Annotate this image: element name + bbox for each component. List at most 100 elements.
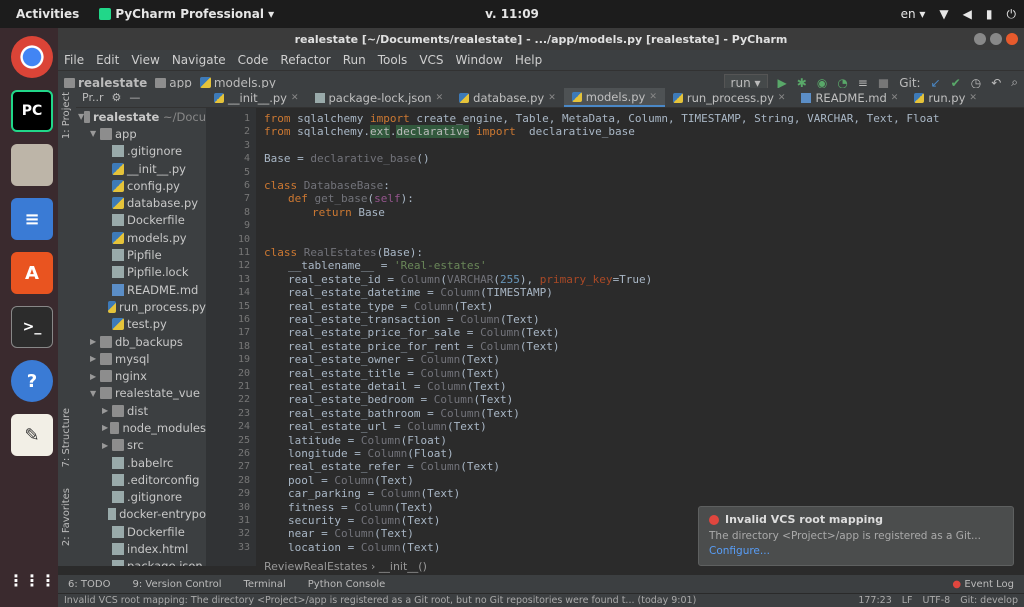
menu-vcs[interactable]: VCS bbox=[419, 53, 443, 67]
tree-item[interactable]: test.py bbox=[76, 316, 206, 333]
tree-item[interactable]: Pipfile bbox=[76, 246, 206, 263]
tree-item[interactable]: README.md bbox=[76, 281, 206, 298]
chevron-down-icon[interactable]: ▼ bbox=[90, 129, 100, 138]
software-center-icon[interactable]: A bbox=[11, 252, 53, 294]
notification-balloon[interactable]: Invalid VCS root mapping The directory <… bbox=[698, 506, 1014, 566]
terminal-tool-tab[interactable]: Terminal bbox=[243, 579, 285, 590]
show-apps-icon[interactable]: ⋮⋮⋮ bbox=[8, 559, 56, 601]
tree-item[interactable]: ▼ realestate_vue bbox=[76, 385, 206, 402]
chevron-right-icon[interactable]: ▶ bbox=[102, 423, 110, 432]
tree-item[interactable]: .gitignore bbox=[76, 143, 206, 160]
chevron-right-icon[interactable]: ▶ bbox=[90, 372, 100, 381]
editor-breadcrumb[interactable]: ReviewRealEstates › __init__() bbox=[264, 560, 427, 573]
status-message[interactable]: Invalid VCS root mapping: The directory … bbox=[64, 595, 696, 606]
app-menu[interactable]: PyCharm Professional ▾ bbox=[99, 7, 274, 21]
tree-item[interactable]: database.py bbox=[76, 194, 206, 211]
configure-link[interactable]: Configure... bbox=[709, 545, 1003, 557]
menu-refactor[interactable]: Refactor bbox=[280, 53, 330, 67]
tree-item[interactable]: Dockerfile bbox=[76, 523, 206, 540]
minimize-icon[interactable] bbox=[974, 33, 986, 45]
menu-view[interactable]: View bbox=[131, 53, 159, 67]
file-encoding[interactable]: UTF-8 bbox=[923, 595, 951, 606]
version-control-tool-tab[interactable]: 9: Version Control bbox=[132, 579, 221, 590]
close-tab-icon[interactable]: ✕ bbox=[649, 92, 657, 102]
code-line[interactable]: return Base bbox=[264, 206, 385, 219]
menu-help[interactable]: Help bbox=[515, 53, 542, 67]
code-line[interactable]: real_estate_bedroom = Column(Text) bbox=[264, 393, 513, 406]
code-line[interactable]: real_estate_title = Column(Text) bbox=[264, 367, 500, 380]
code-line[interactable]: real_estate_detail = Column(Text) bbox=[264, 380, 507, 393]
chevron-right-icon[interactable]: ▶ bbox=[102, 406, 112, 415]
code-line[interactable]: def get_base(self): bbox=[264, 192, 414, 205]
tree-item[interactable]: ▶ db_backups bbox=[76, 333, 206, 350]
project-view-selector[interactable]: Pr..r bbox=[82, 91, 103, 104]
tree-item[interactable]: ▶ src bbox=[76, 437, 206, 454]
code-line[interactable]: class RealEstates(Base): bbox=[264, 246, 423, 259]
favorites-tool-tab[interactable]: 2: Favorites bbox=[61, 488, 72, 546]
close-icon[interactable] bbox=[1006, 33, 1018, 45]
menu-navigate[interactable]: Navigate bbox=[172, 53, 226, 67]
menu-edit[interactable]: Edit bbox=[96, 53, 119, 67]
language-indicator[interactable]: en ▾ bbox=[901, 7, 926, 21]
code-line[interactable]: real_estate_refer = Column(Text) bbox=[264, 460, 500, 473]
tree-item[interactable]: ▶ mysql bbox=[76, 350, 206, 367]
editor-tab[interactable]: database.py ✕ bbox=[451, 88, 564, 107]
menu-run[interactable]: Run bbox=[343, 53, 366, 67]
code-line[interactable]: latitude = Column(Float) bbox=[264, 434, 447, 447]
tree-item[interactable]: .babelrc bbox=[76, 454, 206, 471]
pycharm-launcher-icon[interactable]: PC bbox=[11, 90, 53, 132]
line-separator[interactable]: LF bbox=[902, 595, 913, 606]
close-tab-icon[interactable]: ✕ bbox=[548, 93, 556, 103]
code-line[interactable]: real_estate_id = Column(VARCHAR(255), pr… bbox=[264, 273, 652, 286]
code-line[interactable]: real_estate_price_for_rent = Column(Text… bbox=[264, 340, 560, 353]
code-line[interactable]: car_parking = Column(Text) bbox=[264, 487, 460, 500]
tree-item[interactable]: ▶ node_modules bbox=[76, 419, 206, 436]
code-line[interactable]: __tablename__ = 'Real-estates' bbox=[264, 259, 487, 272]
editor-tab[interactable]: README.md ✕ bbox=[793, 88, 906, 107]
menu-code[interactable]: Code bbox=[238, 53, 269, 67]
power-icon[interactable]: ⏻ bbox=[1007, 7, 1017, 22]
tree-item[interactable]: config.py bbox=[76, 177, 206, 194]
project-tool-tab[interactable]: 1: Project bbox=[61, 92, 72, 139]
code-line[interactable]: Base = declarative_base() bbox=[264, 152, 430, 165]
volume-icon[interactable]: ◀ bbox=[963, 7, 972, 21]
close-tab-icon[interactable]: ✕ bbox=[291, 93, 299, 103]
editor-tab[interactable]: run_process.py ✕ bbox=[665, 88, 794, 107]
help-icon[interactable]: ? bbox=[11, 360, 53, 402]
tree-item[interactable]: ▶ nginx bbox=[76, 367, 206, 384]
close-tab-icon[interactable]: ✕ bbox=[778, 93, 786, 103]
tree-item[interactable]: Pipfile.lock bbox=[76, 264, 206, 281]
code-line[interactable]: location = Column(Text) bbox=[264, 541, 440, 554]
tree-item[interactable]: models.py bbox=[76, 229, 206, 246]
tree-item[interactable]: docker-entrypo bbox=[76, 506, 206, 523]
python-console-tool-tab[interactable]: Python Console bbox=[308, 579, 386, 590]
code-line[interactable]: longitude = Column(Float) bbox=[264, 447, 454, 460]
tree-item[interactable]: ▶ dist bbox=[76, 402, 206, 419]
chrome-icon[interactable] bbox=[11, 36, 53, 78]
chevron-right-icon[interactable]: ▶ bbox=[90, 337, 100, 346]
menu-window[interactable]: Window bbox=[456, 53, 503, 67]
gear-icon[interactable]: ⚙ bbox=[111, 91, 121, 104]
code-line[interactable]: security = Column(Text) bbox=[264, 514, 440, 527]
close-tab-icon[interactable]: ✕ bbox=[891, 93, 899, 103]
todo-tool-tab[interactable]: 6: TODO bbox=[68, 579, 110, 590]
menu-tools[interactable]: Tools bbox=[378, 53, 408, 67]
code-editor[interactable]: 1 2 3 4 5 6 7 8 9 10 11 12 13 14 15 16 17 18 19 20 21 22 23 24 2… bbox=[206, 108, 1024, 573]
close-tab-icon[interactable]: ✕ bbox=[436, 93, 444, 103]
event-log-tool-tab[interactable]: ● Event Log bbox=[952, 579, 1014, 590]
code-line[interactable]: fitness = Column(Text) bbox=[264, 501, 434, 514]
text-editor-icon[interactable]: ✎ bbox=[11, 414, 53, 456]
maximize-icon[interactable] bbox=[990, 33, 1002, 45]
structure-tool-tab[interactable]: 7: Structure bbox=[61, 408, 72, 467]
code-line[interactable]: real_estate_owner = Column(Text) bbox=[264, 353, 500, 366]
code-line[interactable]: real_estate_url = Column(Text) bbox=[264, 420, 487, 433]
tree-item[interactable]: index.html bbox=[76, 540, 206, 557]
chevron-right-icon[interactable]: ▶ bbox=[102, 441, 112, 450]
tree-item[interactable]: __init__.py bbox=[76, 160, 206, 177]
caret-position[interactable]: 177:23 bbox=[858, 595, 891, 606]
code-line[interactable]: from sqlalchemy import create_engine, Ta… bbox=[264, 112, 940, 125]
code-line[interactable]: class DatabaseBase: bbox=[264, 179, 390, 192]
chevron-right-icon[interactable]: ▶ bbox=[90, 354, 100, 363]
tree-item[interactable]: ▼ app bbox=[76, 125, 206, 142]
menu-file[interactable]: File bbox=[64, 53, 84, 67]
